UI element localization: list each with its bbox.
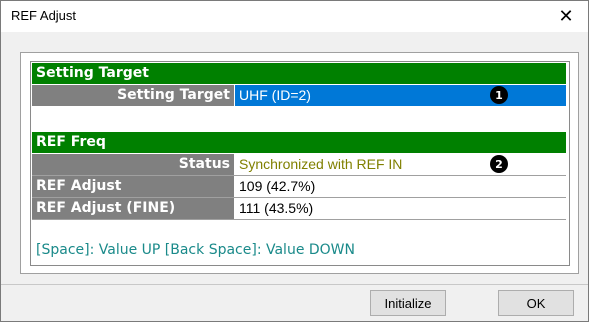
status-row: Status Synchronized with REF IN 2	[32, 154, 566, 175]
setting-target-value[interactable]: UHF (ID=2)	[235, 85, 566, 106]
settings-panel: Setting Target Setting Target UHF (ID=2)…	[20, 52, 579, 274]
window-title: REF Adjust	[11, 8, 77, 23]
settings-grid: Setting Target Setting Target UHF (ID=2)…	[30, 61, 570, 266]
ref-adjust-value[interactable]: 109 (42.7%)	[235, 176, 566, 197]
status-value: Synchronized with REF IN	[239, 156, 403, 172]
ref-adjust-fine-value[interactable]: 111 (43.5%)	[235, 198, 566, 219]
initialize-button[interactable]: Initialize	[370, 290, 446, 316]
ok-button[interactable]: OK	[498, 290, 574, 316]
ref-adjust-fine-label: REF Adjust (FINE)	[32, 198, 234, 219]
title-bar: REF Adjust ✕	[1, 1, 588, 32]
key-hint: [Space]: Value UP [Back Space]: Value DO…	[36, 242, 355, 258]
status-label: Status	[32, 154, 234, 175]
ref-adjust-fine-row[interactable]: REF Adjust (FINE) 111 (43.5%)	[32, 198, 566, 219]
ref-adjust-row[interactable]: REF Adjust 109 (42.7%)	[32, 176, 566, 197]
setting-target-header: Setting Target	[32, 63, 566, 84]
setting-target-label: Setting Target	[32, 85, 234, 106]
ref-freq-header: REF Freq	[32, 132, 566, 153]
marker-1-icon: 1	[490, 86, 508, 104]
ref-adjust-label: REF Adjust	[32, 176, 234, 197]
close-icon[interactable]: ✕	[544, 1, 588, 32]
marker-2-icon: 2	[490, 155, 508, 173]
setting-target-row[interactable]: Setting Target UHF (ID=2) 1	[32, 85, 566, 106]
ref-adjust-dialog: REF Adjust ✕ Setting Target Setting Targ…	[0, 0, 589, 322]
footer-divider	[1, 284, 588, 285]
row-divider	[32, 219, 566, 220]
